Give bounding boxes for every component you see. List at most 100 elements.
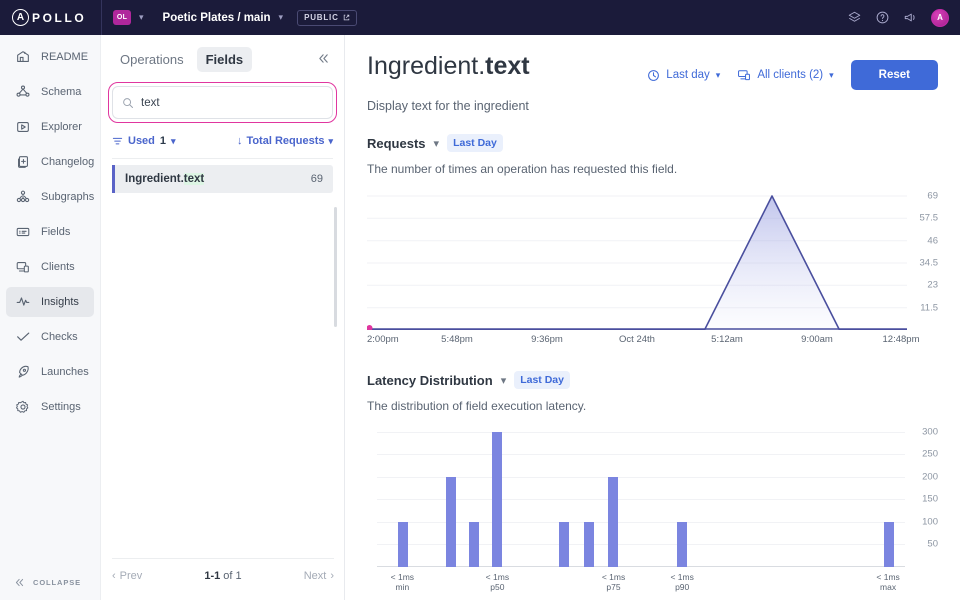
latency-chart[interactable]: 50 100 150 200 250 300 < 1ms min < 1ms p50 < 1ms p… <box>367 426 938 592</box>
requests-chart-plot <box>366 190 907 331</box>
used-filter-chevron-down-icon: ▾ <box>171 135 176 146</box>
x-tick-top: < 1ms <box>601 572 626 582</box>
bar[interactable] <box>559 521 570 567</box>
chevron-left-icon: ‹ <box>112 570 116 582</box>
fields-list-scrollbar[interactable] <box>334 207 337 327</box>
org-badge[interactable]: OL <box>113 10 131 25</box>
used-filter-label: Used <box>128 135 155 147</box>
x-axis-line <box>377 566 905 567</box>
visibility-badge[interactable]: PUBLIC <box>297 9 357 26</box>
panel-collapse-icon[interactable] <box>317 52 334 68</box>
x-tick-top: < 1ms <box>670 572 694 582</box>
sidebar-item-label: Clients <box>41 261 75 273</box>
list-item[interactable]: Ingredient.text 69 <box>112 165 333 193</box>
x-tick-label: 2:00pm <box>367 334 399 345</box>
sidebar-item-fields[interactable]: Fields <box>6 217 94 247</box>
x-tick-bottom: p90 <box>675 581 690 592</box>
gridline <box>377 521 905 523</box>
help-icon[interactable] <box>875 10 890 25</box>
requests-section-description: The number of times an operation has req… <box>367 162 678 176</box>
sidebar-item-insights[interactable]: Insights <box>6 287 94 317</box>
org-chevron-down-icon[interactable]: ▾ <box>139 13 144 22</box>
bar[interactable] <box>583 521 594 567</box>
clients-selector[interactable]: All clients (2) ▾ <box>737 68 834 82</box>
bar[interactable] <box>398 521 409 567</box>
requests-section-header: Requests ▾ Last Day <box>367 134 938 152</box>
sidebar-item-label: Insights <box>41 296 79 308</box>
latency-chart-x-axis: < 1ms min < 1ms p50 < 1ms p75 < 1ms p90 < 1ms max <box>377 572 905 592</box>
sidebar-item-label: Subgraphs <box>41 191 95 203</box>
settings-icon <box>14 399 31 416</box>
megaphone-icon[interactable] <box>903 10 918 25</box>
page-range: 1-1 of 1 <box>204 570 242 582</box>
sidebar-item-readme[interactable]: README <box>6 42 94 72</box>
sidebar-item-subgraphs[interactable]: Subgraphs <box>6 182 94 212</box>
tab-operations[interactable]: Operations <box>111 47 193 72</box>
x-tick-label: 5:12am <box>711 334 743 345</box>
used-filter-button[interactable]: Used 1 ▾ <box>112 135 176 147</box>
y-tick-label: 57.5 <box>919 212 939 224</box>
requests-chart-y-axis: 11.5 23 34.5 46 57.5 69 <box>892 190 939 330</box>
main-content: Ingredient.text Last day ▾ All clients (… <box>345 35 960 600</box>
sidebar-item-explorer[interactable]: Explorer <box>6 112 94 142</box>
panel-filter-row: Used 1 ▾ ↓ Total Requests ▾ <box>112 135 333 147</box>
sort-button[interactable]: ↓ Total Requests ▾ <box>237 135 333 147</box>
reset-button[interactable]: Reset <box>850 60 938 90</box>
latency-chart-plot <box>377 427 905 567</box>
prev-page-button[interactable]: ‹ Prev <box>112 570 142 582</box>
checks-icon <box>14 329 31 346</box>
sidebar-item-launches[interactable]: Launches <box>6 357 94 387</box>
sidebar-item-checks[interactable]: Checks <box>6 322 94 352</box>
x-tick-label: 9:00am <box>801 334 833 345</box>
latency-section-description: The distribution of field execution late… <box>367 399 587 413</box>
clients-label: All clients (2) <box>757 69 824 81</box>
x-tick-label: 5:48pm <box>441 334 473 345</box>
next-page-button[interactable]: Next › <box>304 570 334 582</box>
bar[interactable] <box>469 521 480 567</box>
bar[interactable] <box>445 476 456 567</box>
sidebar-item-label: Launches <box>41 366 89 378</box>
clients-icon <box>14 259 31 276</box>
sort-chevron-down-icon: ▾ <box>328 135 333 146</box>
avatar[interactable]: A <box>931 8 949 27</box>
sidebar-item-label: Changelog <box>41 156 95 168</box>
gridline <box>377 431 905 433</box>
x-tick-label: < 1ms p75 <box>601 572 626 593</box>
top-bar: A POLLO OL ▾ Poetic Plates / main ▾ PUBL… <box>0 0 960 35</box>
sidebar-item-clients[interactable]: Clients <box>6 252 94 282</box>
time-range-chevron-down-icon: ▾ <box>715 69 721 80</box>
sidebar-collapse-label: COLLAPSE <box>33 578 82 587</box>
sidebar-item-changelog[interactable]: Changelog <box>6 147 94 177</box>
sidebar-item-label: Checks <box>41 331 78 343</box>
explorer-icon <box>14 119 31 136</box>
layers-icon[interactable] <box>847 10 862 25</box>
sidebar-item-label: Settings <box>41 401 81 413</box>
bar[interactable] <box>607 476 618 567</box>
latency-chevron-down-icon[interactable]: ▾ <box>501 374 507 387</box>
x-tick-bottom: p50 <box>490 581 505 592</box>
sidebar-item-label: Explorer <box>41 121 82 133</box>
latency-timerange-badge: Last Day <box>514 371 570 389</box>
requests-chart[interactable]: 11.5 23 34.5 46 57.5 69 2:00pm 5:48pm 9:36pm Oct… <box>366 190 939 350</box>
latency-section-header: Latency Distribution ▾ Last Day <box>367 371 938 389</box>
chevron-right-icon: › <box>330 570 334 582</box>
bar[interactable] <box>492 431 503 567</box>
graph-breadcrumb[interactable]: Poetic Plates / main <box>163 12 271 24</box>
sidebar-collapse-button[interactable]: COLLAPSE <box>0 577 101 588</box>
fields-icon <box>14 224 31 241</box>
bar[interactable] <box>676 521 687 567</box>
x-tick-label: 12:48pm <box>882 334 920 345</box>
apollo-logo[interactable]: A POLLO <box>0 0 101 35</box>
requests-chevron-down-icon[interactable]: ▾ <box>434 137 440 150</box>
sidebar-item-schema[interactable]: Schema <box>6 77 94 107</box>
sidebar-item-settings[interactable]: Settings <box>6 392 94 422</box>
search-input[interactable]: text <box>112 86 333 119</box>
graph-chevron-down-icon[interactable]: ▾ <box>279 13 284 22</box>
time-range-selector[interactable]: Last day ▾ <box>647 69 720 82</box>
sidebar-item-label: README <box>41 51 89 63</box>
clients-chevron-down-icon: ▾ <box>829 69 834 80</box>
x-tick-bottom: max <box>880 581 897 592</box>
launches-icon <box>14 364 31 381</box>
tab-fields[interactable]: Fields <box>196 47 253 72</box>
search-field-wrapper: text <box>108 82 337 123</box>
